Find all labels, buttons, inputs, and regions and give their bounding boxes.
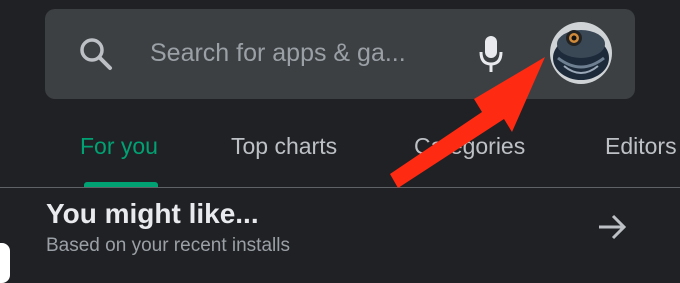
- tab-editors[interactable]: Editors: [605, 132, 677, 160]
- microphone-icon[interactable]: [478, 34, 504, 74]
- section-subtitle: Based on your recent installs: [46, 235, 290, 256]
- section-title[interactable]: You might like...: [46, 197, 259, 231]
- avatar-image: [550, 22, 612, 84]
- tab-top-charts[interactable]: Top charts: [231, 132, 337, 160]
- search-icon[interactable]: [78, 36, 114, 72]
- account-avatar[interactable]: [550, 22, 612, 84]
- edge-handle: [0, 243, 10, 283]
- arrow-right-icon[interactable]: [596, 211, 628, 243]
- tab-categories[interactable]: Categories: [414, 132, 525, 160]
- divider: [0, 187, 680, 188]
- tab-for-you[interactable]: For you: [80, 132, 158, 160]
- tab-bar: For you Top charts Categories Editors: [0, 120, 680, 188]
- search-input[interactable]: Search for apps & ga...: [150, 38, 406, 68]
